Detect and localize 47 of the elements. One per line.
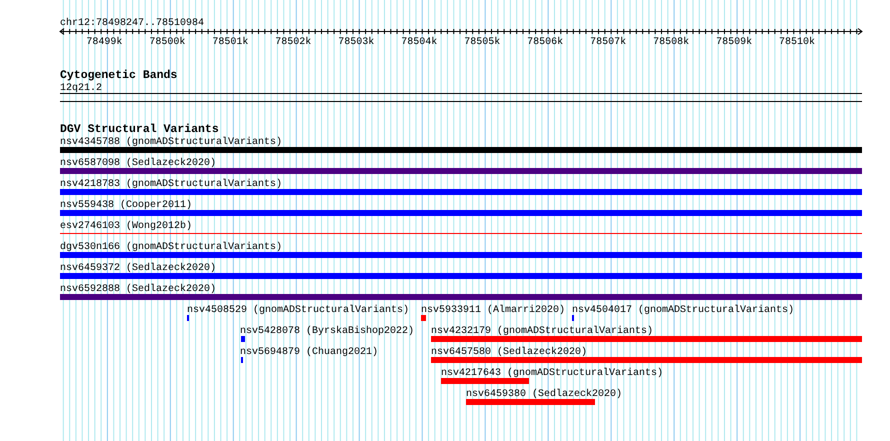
variant-label: nsv6592888 (Sedlazeck2020) [60, 284, 216, 295]
tick-label: 78504k [401, 37, 438, 48]
variant-label: nsv559438 (Cooper2011) [60, 200, 192, 211]
variant-label: nsv6457580 (Sedlazeck2020) [431, 347, 588, 358]
variant-bar[interactable] [421, 315, 426, 321]
variant-line[interactable] [60, 233, 862, 234]
region-label: chr12:78498247..78510984 [60, 18, 204, 29]
variant-label: dgv530n166 (gnomADStructuralVariants) [60, 242, 282, 253]
variant-bar[interactable] [60, 294, 862, 300]
tick-label: 78501k [212, 37, 248, 48]
variant-label: nsv6459380 (Sedlazeck2020) [466, 389, 622, 400]
variant-bar[interactable] [466, 399, 595, 405]
tick-label: 78502k [275, 37, 312, 48]
tick-label: 78508k [653, 37, 690, 48]
variant-bar[interactable] [60, 273, 862, 279]
variant-label: nsv4217643 (gnomADStructuralVariants) [441, 368, 664, 379]
tick-label: 78499k [86, 37, 122, 48]
variant-label: esv2746103 (Wong2012b) [60, 221, 192, 232]
variant-label: nsv4218783 (gnomADStructuralVariants) [60, 179, 282, 190]
tick-label: 78507k [590, 37, 626, 48]
variant-bar[interactable] [431, 357, 862, 363]
tick-label: 78505k [464, 37, 500, 48]
variant-label: nsv4232179 (gnomADStructuralVariants) [431, 326, 654, 337]
variant-label: nsv6459372 (Sedlazeck2020) [60, 263, 216, 274]
variant-label: nsv4345788 (gnomADStructuralVariants) [60, 137, 282, 148]
variant-label: nsv4508529 (gnomADStructuralVariants) [187, 305, 410, 316]
tick-label: 78503k [338, 37, 374, 48]
variant-bar[interactable] [241, 336, 245, 342]
variant-bar[interactable] [60, 147, 862, 153]
variant-bar[interactable] [60, 210, 862, 216]
variant-bar[interactable] [60, 168, 862, 174]
variant-label: nsv5694879 (Chuang2021) [240, 347, 378, 358]
variant-label: nsv5933911 (Almarri2020) [421, 305, 566, 316]
variant-bar[interactable] [441, 378, 529, 384]
track-title: Cytogenetic Bands [60, 69, 178, 82]
variant-label: nsv5428078 (ByrskaBishop2022) [240, 326, 414, 337]
track-title: DGV Structural Variants [60, 123, 219, 136]
variant-label: nsv4504017 (gnomADStructuralVariants) [572, 305, 794, 316]
variant-bar[interactable] [60, 189, 862, 195]
tick-label: 78510k [779, 37, 816, 48]
tick-label: 78509k [716, 37, 752, 48]
variant-bar[interactable] [60, 252, 862, 258]
variant-label: nsv6587098 (Sedlazeck2020) [60, 158, 216, 169]
variant-bar[interactable] [431, 336, 862, 342]
tick-label: 78500k [149, 37, 186, 48]
tick-label: 78506k [527, 37, 564, 48]
band-label: 12q21.2 [60, 83, 102, 94]
